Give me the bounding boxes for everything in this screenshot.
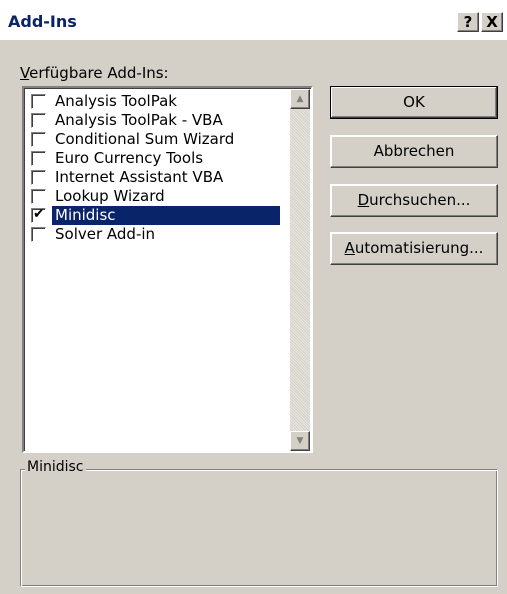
addin-checkbox[interactable] xyxy=(31,151,46,166)
addin-checkbox[interactable] xyxy=(31,132,46,147)
scroll-down-button[interactable]: ▼ xyxy=(290,431,310,451)
addin-list-item[interactable]: Conditional Sum Wizard xyxy=(27,130,277,149)
addins-list-label-accel: V xyxy=(20,64,30,82)
addin-checkbox[interactable] xyxy=(31,227,46,242)
vertical-scrollbar[interactable]: ▲ ▼ xyxy=(290,89,310,451)
scroll-up-button[interactable]: ▲ xyxy=(290,89,310,109)
addin-checkbox[interactable] xyxy=(31,94,46,109)
addin-label: Analysis ToolPak - VBA xyxy=(55,111,223,129)
ok-button[interactable]: OK xyxy=(330,86,498,119)
addin-list-item[interactable]: Lookup Wizard xyxy=(27,187,277,206)
addins-list-label: Verfügbare Add-Ins: xyxy=(20,64,169,82)
addin-checkbox[interactable]: ✔ xyxy=(31,206,46,223)
addin-label: Analysis ToolPak xyxy=(55,92,177,110)
automation-button[interactable]: Automatisierung... xyxy=(330,232,498,265)
addin-list-item[interactable]: Analysis ToolPak xyxy=(27,92,277,111)
addin-label: Minidisc xyxy=(52,206,280,225)
browse-button-text: urchsuchen... xyxy=(369,191,471,209)
addin-list-item[interactable]: Internet Assistant VBA xyxy=(27,168,277,187)
addin-label: Euro Currency Tools xyxy=(55,149,204,167)
addin-label: Internet Assistant VBA xyxy=(55,168,224,186)
close-button[interactable]: X xyxy=(481,12,503,32)
addins-list-label-text: erfügbare Add-Ins: xyxy=(29,64,169,82)
cancel-button[interactable]: Abbrechen xyxy=(330,135,498,168)
addins-listbox[interactable]: Analysis ToolPak Analysis ToolPak - VBA Co… xyxy=(22,86,313,453)
description-groupbox-title: Minidisc xyxy=(25,459,86,475)
browse-button-accel: D xyxy=(357,191,370,209)
addins-items: Analysis ToolPak Analysis ToolPak - VBA Co… xyxy=(27,92,280,244)
title-bar: Add-Ins ? X xyxy=(0,0,507,40)
checkmark-icon: ✔ xyxy=(33,206,45,222)
addin-checkbox[interactable] xyxy=(31,113,46,128)
addin-checkbox[interactable] xyxy=(31,170,46,185)
help-button[interactable]: ? xyxy=(457,12,479,32)
automation-button-accel: A xyxy=(344,239,355,257)
addin-label: Solver Add-in xyxy=(55,225,156,243)
addin-label: Conditional Sum Wizard xyxy=(55,130,235,148)
window-title: Add-Ins xyxy=(8,12,77,31)
description-groupbox xyxy=(20,469,498,587)
browse-button[interactable]: Durchsuchen... xyxy=(330,184,498,217)
addin-list-item[interactable]: Analysis ToolPak - VBA xyxy=(27,111,277,130)
addin-list-item[interactable]: Solver Add-in xyxy=(27,225,277,244)
addin-list-item[interactable]: Euro Currency Tools xyxy=(27,149,277,168)
addin-label: Lookup Wizard xyxy=(55,187,165,205)
automation-button-text: utomatisierung... xyxy=(354,239,484,257)
addin-list-item[interactable]: ✔ Minidisc xyxy=(27,206,280,225)
addin-checkbox[interactable] xyxy=(31,189,46,204)
